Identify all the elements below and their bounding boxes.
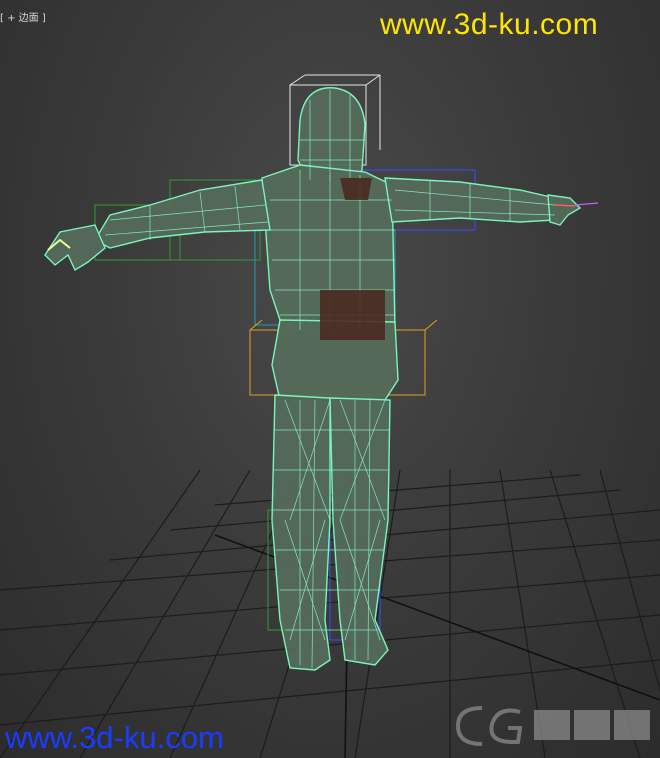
perspective-viewport[interactable]: [ + 边面 ] www.3d-ku.com www.3d-ku.com [0,0,660,758]
viewport-label[interactable]: [ + 边面 ] [0,9,46,24]
scene-canvas[interactable] [0,0,660,758]
watermark-bottom: www.3d-ku.com [5,720,224,755]
watermark-top: www.3d-ku.com [380,8,599,41]
watermark-cg-logo [455,706,650,746]
character-mesh[interactable] [44,87,599,671]
